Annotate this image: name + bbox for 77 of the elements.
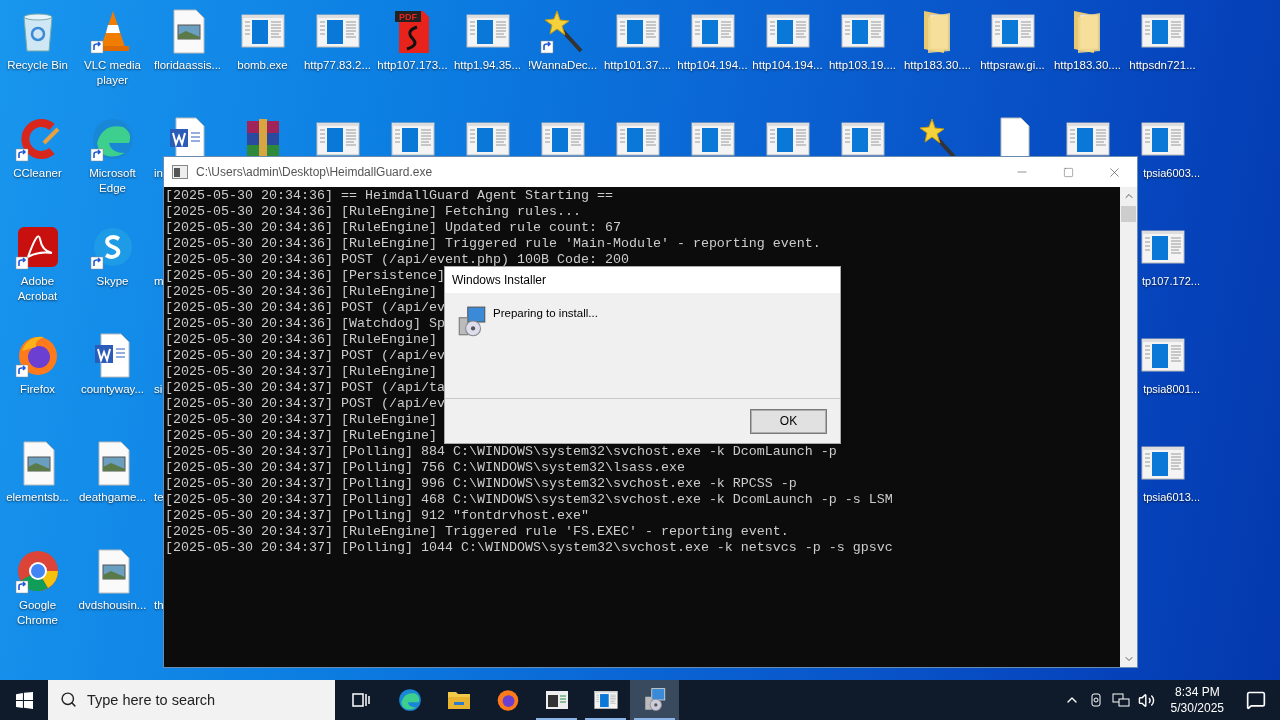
console-line: [2025-05-30 20:34:36] [RuleEngine] Triggered rule 'Main-Module' - reporting event. [165,236,821,252]
icon-label[interactable]: m [150,274,164,289]
icon-label[interactable]: bomb.exe [237,58,288,73]
icon-label[interactable]: floridaassis... [153,58,222,73]
console-window-icon [544,690,569,710]
console-line: [2025-05-30 20:34:37] [RuleEngine] Triggered rule 'FS.EXEC' - reporting event. [165,524,789,540]
console-window-icon [172,165,188,179]
icon-label[interactable]: http183.30.... [903,58,972,73]
dialog-message: Preparing to install... [493,307,598,319]
icon-label[interactable]: in [150,166,163,181]
icon-label[interactable]: tpsia8001... [1143,382,1200,397]
console-line: [2025-05-30 20:34:36] [RuleEngine] Updated rule count: 67 [165,220,621,236]
console-line: [2025-05-30 20:34:37] [RuleEngine] [165,412,437,428]
icon-label[interactable]: http107.173... [377,58,448,73]
console-line: [2025-05-30 20:34:36] POST (/api/event.php) 100B Code: 200 [165,252,629,268]
icon-label[interactable]: httpsraw.gi... [980,58,1045,73]
scroll-thumb[interactable] [1121,206,1136,222]
console-line: [2025-05-30 20:34:37] [RuleEngine] [165,364,437,380]
console-line: [2025-05-30 20:34:36] [RuleEngine] [165,284,437,300]
task-view-icon [350,691,371,709]
folder-icon [446,689,471,711]
console-line: [2025-05-30 20:34:37] [Polling] 996 C:\WINDOWS\system32\svchost.exe -k RPCSS -p [165,476,797,492]
icon-label[interactable]: tpsia6003... [1143,166,1200,181]
console-line: [2025-05-30 20:34:36] [RuleEngine] Fetching rules... [165,204,581,220]
console-line: [2025-05-30 20:34:36] == HeimdallGuard Agent Starting == [165,188,613,204]
windows-logo-icon [15,691,33,709]
clock[interactable]: 8:34 PM 5/30/2025 [1170,684,1224,716]
icon-label[interactable]: http183.30.... [1053,58,1122,73]
network-icon[interactable] [1111,692,1130,708]
console-line: [2025-05-30 20:34:36] POST (/api/ev [165,300,445,316]
icon-label[interactable]: tpsia6013... [1143,490,1200,505]
icon-label[interactable]: Adobe Acrobat [0,274,75,304]
icon-label[interactable]: Recycle Bin [7,58,68,73]
console-line: [2025-05-30 20:34:37] [Polling] 468 C:\WINDOWS\system32\svchost.exe -k DcomLaunch -p -s LSM [165,492,893,508]
icon-label[interactable]: Google Chrome [0,598,75,628]
console-line: [2025-05-30 20:34:36] [Watchdog] Sp [165,316,445,332]
icon-label[interactable]: dvdshousin... [78,598,147,613]
console-line: [2025-05-30 20:34:37] POST (/api/ta [165,380,445,396]
ok-button[interactable]: OK [751,409,826,433]
scrollbar[interactable] [1120,187,1137,667]
icon-label[interactable]: si [150,382,163,397]
icon-label[interactable]: http1.94.35... [453,58,522,73]
search-icon [60,691,77,708]
icon-label[interactable]: http77.83.2... [303,58,372,73]
console-line: [2025-05-30 20:34:37] [Polling] 884 C:\WINDOWS\system32\svchost.exe -k DcomLaunch -p [165,444,837,460]
console-line: [2025-05-30 20:34:37] POST (/api/ev [165,396,445,412]
volume-icon[interactable] [1137,691,1155,709]
icon-label[interactable]: Skype [96,274,129,289]
console-line: [2025-05-30 20:34:37] POST (/api/ev [165,348,445,364]
console-line: [2025-05-30 20:34:37] [Polling] 756 C:\WINDOWS\system32\lsass.exe [165,460,685,476]
icon-label[interactable]: http104.194... [752,58,823,73]
icon-label[interactable]: Microsoft Edge [75,166,150,196]
console-line: [2025-05-30 20:34:36] [Persistence] [165,268,445,284]
icon-label[interactable]: !WannaDec... [527,58,598,73]
icon-label[interactable]: VLC media player [75,58,150,88]
notifications-icon[interactable] [1246,690,1266,710]
console-line: [2025-05-30 20:34:37] [Polling] 1044 C:\WINDOWS\system32\svchost.exe -k netsvcs -p -s gpsvc [165,540,893,556]
icon-label[interactable]: http103.19.... [828,58,897,73]
icon-label[interactable]: http101.37.... [603,58,672,73]
maximize-icon [1062,166,1074,178]
console-line: [2025-05-30 20:34:37] [Polling] 912 "fontdrvhost.exe" [165,508,589,524]
icon-label[interactable]: Firefox [19,382,56,397]
icon-label[interactable]: elementsb... [6,490,69,505]
icon-label[interactable]: deathgame... [78,490,147,505]
dialog-title: Windows Installer [445,267,840,293]
search-field[interactable]: Type here to search [48,680,335,720]
swirl-circle-icon [396,687,423,713]
icon-label[interactable]: te [150,490,164,505]
icon-label[interactable]: httpsdn721... [1129,58,1196,73]
icon-label[interactable]: http104.194... [677,58,748,73]
icon-label[interactable]: CCleaner [13,166,62,181]
window-title: C:\Users\admin\Desktop\HeimdallGuard.exe [196,165,434,179]
icon-label[interactable]: countyway... [80,382,145,397]
icon-label[interactable]: th [150,598,164,613]
icon-label[interactable]: tp107.172... [1141,274,1200,289]
console-line: [2025-05-30 20:34:37] [RuleEngine] [165,428,437,444]
console-line: [2025-05-30 20:34:36] [RuleEngine] [165,332,437,348]
